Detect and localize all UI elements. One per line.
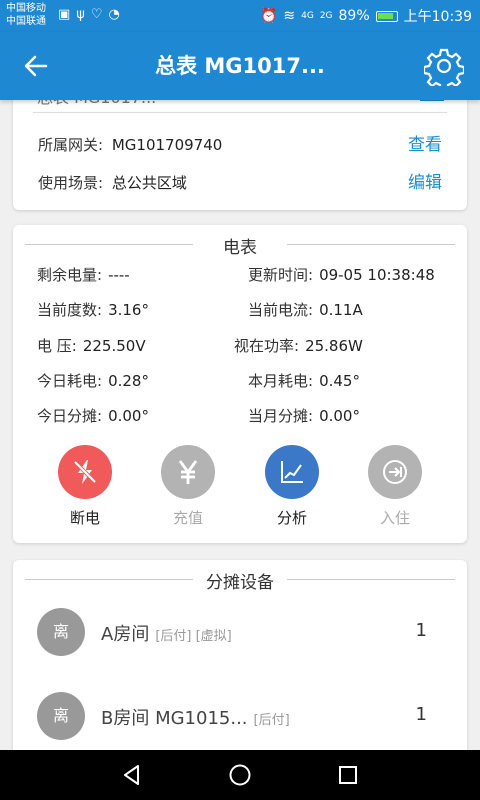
gateway-value: MG101709740 (111, 136, 223, 154)
usb-icon: ψ (76, 7, 85, 22)
chart-icon (265, 445, 319, 499)
current-value: 0.11A (319, 301, 363, 319)
analysis-button[interactable]: 分析 (252, 445, 332, 528)
update-time-field: 更新时间: 09-05 10:38:48 (248, 265, 435, 285)
check-in-label: 入住 (379, 509, 410, 527)
status-right: ⏰ ≋ 4G 2G 89% 上午10:39 (260, 6, 472, 26)
today-use-label: 今日耗电: (37, 372, 103, 390)
settings-gear-icon[interactable] (424, 46, 464, 86)
device-row[interactable]: 离 B房间 MG1015... [后付] 1 (13, 686, 467, 746)
meter-section-title: 电表 (13, 233, 467, 258)
recharge-label: 充值 (172, 509, 203, 527)
chat-icon: ◔ (108, 7, 120, 22)
carrier-info: 中国移动 中国联通 (6, 2, 46, 28)
back-triangle-icon[interactable] (120, 763, 144, 787)
yuan-icon (161, 445, 215, 499)
today-use-value: 0.28° (108, 372, 149, 390)
current-field: 当前电流: 0.11A (248, 300, 363, 320)
battery-percent: 89% (338, 8, 370, 24)
carrier-2: 中国联通 (6, 16, 46, 27)
image-icon: ▣ (58, 7, 71, 22)
voltage-field: 电 压: 225.50V (37, 336, 146, 356)
device-row[interactable]: 离 A房间 [后付] [虚拟] 1 (13, 602, 467, 662)
meter-info-card: 总表 MG1017... 所属网关: MG101709740 查看 使用场景: … (13, 100, 467, 210)
device-status-avatar: 离 (37, 692, 85, 740)
share-section-title: 分摊设备 (13, 568, 467, 593)
page-title: 总表 MG1017... (155, 54, 325, 78)
meter-name: 总表 MG1017... (37, 100, 156, 108)
device-count: 1 (415, 704, 427, 725)
edit-name-icon[interactable] (419, 100, 445, 104)
share-devices-card: 分摊设备 离 A房间 [后付] [虚拟] 1 离 B房间 MG1015... [后付… (13, 560, 467, 750)
gateway-row: 所属网关: MG101709740 查看 (38, 134, 442, 156)
reading-field: 当前度数: 3.16° (37, 300, 149, 320)
voltage-label: 电 压: (37, 337, 77, 355)
device-name-row: B房间 MG1015... [后付] (101, 704, 290, 730)
app-bar: 总表 MG1017... (0, 32, 480, 100)
current-label: 当前电流: (248, 301, 314, 319)
status-bar: 中国移动 中国联通 ▣ ψ ♡ ◔ ⏰ ≋ 4G 2G 89% 上午10:39 (0, 0, 480, 32)
power-off-icon (58, 445, 112, 499)
scene-label: 使用场景: (38, 174, 104, 192)
today-share-value: 0.00° (108, 407, 149, 425)
remaining-field: 剩余电量: ---- (37, 265, 130, 285)
device-tags: [后付] (253, 713, 290, 728)
today-use-field: 今日耗电: 0.28° (37, 371, 149, 391)
reading-label: 当前度数: (37, 301, 103, 319)
check-in-button[interactable]: 入住 (355, 445, 435, 528)
gateway-label: 所属网关: (38, 136, 104, 154)
today-share-label: 今日分摊: (37, 407, 103, 425)
meter-card: 电表 剩余电量: ---- 更新时间: 09-05 10:38:48 当前度数: 3.… (13, 225, 467, 543)
device-name: A房间 (101, 624, 150, 645)
battery-icon (375, 10, 398, 22)
wifi-icon: ≋ (283, 8, 296, 24)
notification-icons: ▣ ψ ♡ ◔ (58, 7, 120, 23)
device-tags: [后付] [虚拟] (155, 629, 232, 644)
power-off-button[interactable]: 断电 (45, 445, 125, 528)
power-label: 视在功率: (234, 337, 300, 355)
health-icon: ♡ (90, 7, 103, 22)
analysis-label: 分析 (276, 509, 307, 527)
network-4g: 4G (301, 11, 314, 21)
reading-value: 3.16° (108, 301, 149, 319)
device-count: 1 (415, 620, 427, 641)
remaining-value: ---- (108, 266, 130, 284)
recents-square-icon[interactable] (336, 763, 360, 787)
check-in-icon (368, 445, 422, 499)
month-use-field: 本月耗电: 0.45° (248, 371, 360, 391)
recharge-button[interactable]: 充值 (148, 445, 228, 528)
device-name: B房间 MG1015... (101, 708, 248, 729)
month-share-field: 当月分摊: 0.00° (248, 406, 360, 426)
scene-value: 总公共区域 (111, 174, 187, 192)
month-use-value: 0.45° (319, 372, 360, 390)
power-field: 视在功率: 25.86W (234, 336, 363, 356)
view-gateway-link[interactable]: 查看 (408, 134, 442, 156)
divider (33, 112, 447, 113)
scene-row: 使用场景: 总公共区域 编辑 (38, 172, 442, 194)
remaining-label: 剩余电量: (37, 266, 103, 284)
device-name-row: A房间 [后付] [虚拟] (101, 620, 232, 646)
network-2g: 2G (319, 11, 333, 21)
month-share-label: 当月分摊: (248, 407, 314, 425)
home-circle-icon[interactable] (228, 763, 252, 787)
device-status-avatar: 离 (37, 608, 85, 656)
update-time-label: 更新时间: (248, 266, 314, 284)
carrier-1: 中国移动 (6, 3, 46, 14)
power-off-label: 断电 (69, 509, 100, 527)
month-share-value: 0.00° (319, 407, 360, 425)
voltage-value: 225.50V (82, 337, 146, 355)
edit-scene-link[interactable]: 编辑 (408, 172, 442, 194)
clock: 上午10:39 (403, 9, 472, 25)
system-nav-bar (0, 750, 480, 800)
content-area[interactable]: 总表 MG1017... 所属网关: MG101709740 查看 使用场景: … (0, 100, 480, 750)
alarm-icon: ⏰ (259, 8, 278, 24)
month-use-label: 本月耗电: (248, 372, 314, 390)
power-value: 25.86W (305, 337, 363, 355)
update-time-value: 09-05 10:38:48 (319, 266, 435, 284)
today-share-field: 今日分摊: 0.00° (37, 406, 149, 426)
